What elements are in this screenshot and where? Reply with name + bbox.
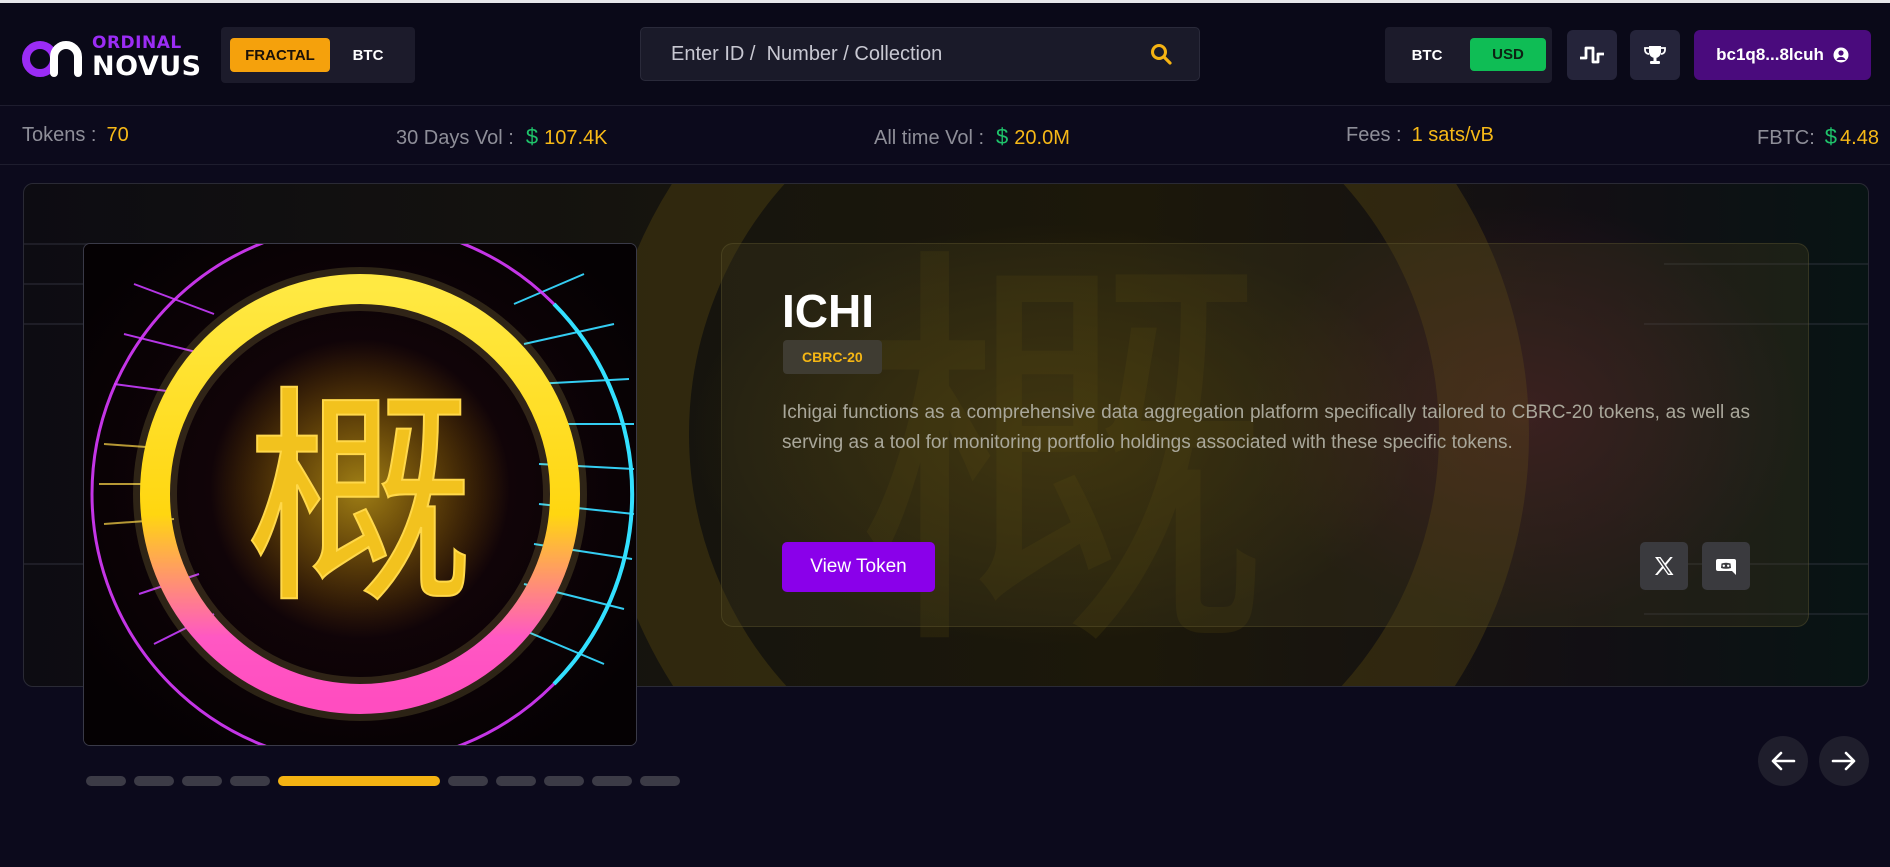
wallet-button[interactable]: bc1q8...8lcuh <box>1694 30 1871 80</box>
activity-icon <box>1580 46 1604 64</box>
stat-fbtc-label: FBTC: <box>1757 127 1815 149</box>
stat-30d-value: 107.4K <box>544 127 608 149</box>
x-icon <box>1655 557 1674 575</box>
carousel-dot[interactable] <box>134 776 174 786</box>
token-artwork: 概 <box>84 244 636 745</box>
leaderboard-button[interactable] <box>1630 30 1680 80</box>
arrow-right-icon <box>1831 751 1856 771</box>
network-fractal-button[interactable]: FRACTAL <box>230 38 330 72</box>
dollar-icon: $ <box>996 124 1009 149</box>
activity-button[interactable] <box>1567 30 1617 80</box>
stat-fbtc-price: FBTC: $ 4.48 <box>1757 124 1879 150</box>
dollar-icon: $ <box>525 124 539 149</box>
carousel-dot-active[interactable] <box>278 776 440 786</box>
carousel-dot[interactable] <box>640 776 680 786</box>
currency-usd-button[interactable]: USD <box>1470 38 1546 71</box>
arrow-left-icon <box>1771 751 1796 771</box>
search-icon[interactable] <box>1149 42 1173 66</box>
token-glyph: 概 <box>245 368 475 635</box>
carousel-dot[interactable] <box>592 776 632 786</box>
stat-30d-volume: 30 Days Vol : $ 107.4K <box>396 124 607 150</box>
search-bar <box>640 27 1200 81</box>
logo-mark-icon <box>22 41 82 77</box>
token-description: Ichigai functions as a comprehensive dat… <box>782 402 1750 453</box>
search-input[interactable] <box>641 28 1121 80</box>
logo[interactable]: ORDINAL NOVUS <box>20 33 202 81</box>
currency-toggle: BTC USD <box>1385 27 1552 83</box>
carousel-dot[interactable] <box>448 776 488 786</box>
stats-bar: Tokens : 70 30 Days Vol : $ 107.4K All t… <box>0 105 1890 165</box>
trophy-icon <box>1644 46 1666 64</box>
token-image[interactable]: 概 <box>83 243 637 746</box>
network-btc-button[interactable]: BTC <box>333 38 403 72</box>
x-twitter-button[interactable] <box>1640 542 1688 590</box>
discord-icon <box>1716 559 1736 575</box>
carousel-dot[interactable] <box>86 776 126 786</box>
stat-tokens-label: Tokens : <box>22 124 97 146</box>
carousel-next-button[interactable] <box>1819 736 1869 786</box>
token-title: ICHI <box>782 285 874 337</box>
view-token-button[interactable]: View Token <box>782 542 935 592</box>
header: ORDINAL NOVUS FRACTAL BTC BTC USD bc1 <box>0 3 1890 105</box>
token-info-card: ICHI CBRC-20 Ichigai functions as a comp… <box>721 243 1809 627</box>
carousel-dot[interactable] <box>230 776 270 786</box>
dollar-icon: $ <box>1824 124 1838 149</box>
carousel-dot[interactable] <box>182 776 222 786</box>
stat-all-time-label: All time Vol : <box>874 127 985 149</box>
stat-fbtc-value: 4.48 <box>1840 127 1879 149</box>
carousel-prev-button[interactable] <box>1758 736 1808 786</box>
stat-fees-value: 1 sats/vB <box>1411 124 1494 146</box>
stat-tokens: Tokens : 70 <box>22 124 129 147</box>
carousel-dot[interactable] <box>544 776 584 786</box>
stat-all-time-volume: All time Vol : $ 20.0M <box>874 124 1070 150</box>
stat-all-time-value: 20.0M <box>1014 127 1070 149</box>
user-icon <box>1833 47 1849 63</box>
currency-btc-button[interactable]: BTC <box>1385 27 1469 83</box>
stat-fees: Fees : 1 sats/vB <box>1346 124 1494 147</box>
wallet-address: bc1q8...8lcuh <box>1716 45 1824 64</box>
token-standard-badge: CBRC-20 <box>783 340 882 374</box>
logo-text-bottom: NOVUS <box>92 50 202 82</box>
stat-30d-label: 30 Days Vol : <box>396 127 514 149</box>
stat-tokens-value: 70 <box>106 124 129 146</box>
stat-fees-label: Fees : <box>1346 124 1402 146</box>
discord-button[interactable] <box>1702 542 1750 590</box>
network-toggle: FRACTAL BTC <box>221 27 415 83</box>
logo-text-top: ORDINAL <box>92 32 182 53</box>
carousel-dot[interactable] <box>496 776 536 786</box>
